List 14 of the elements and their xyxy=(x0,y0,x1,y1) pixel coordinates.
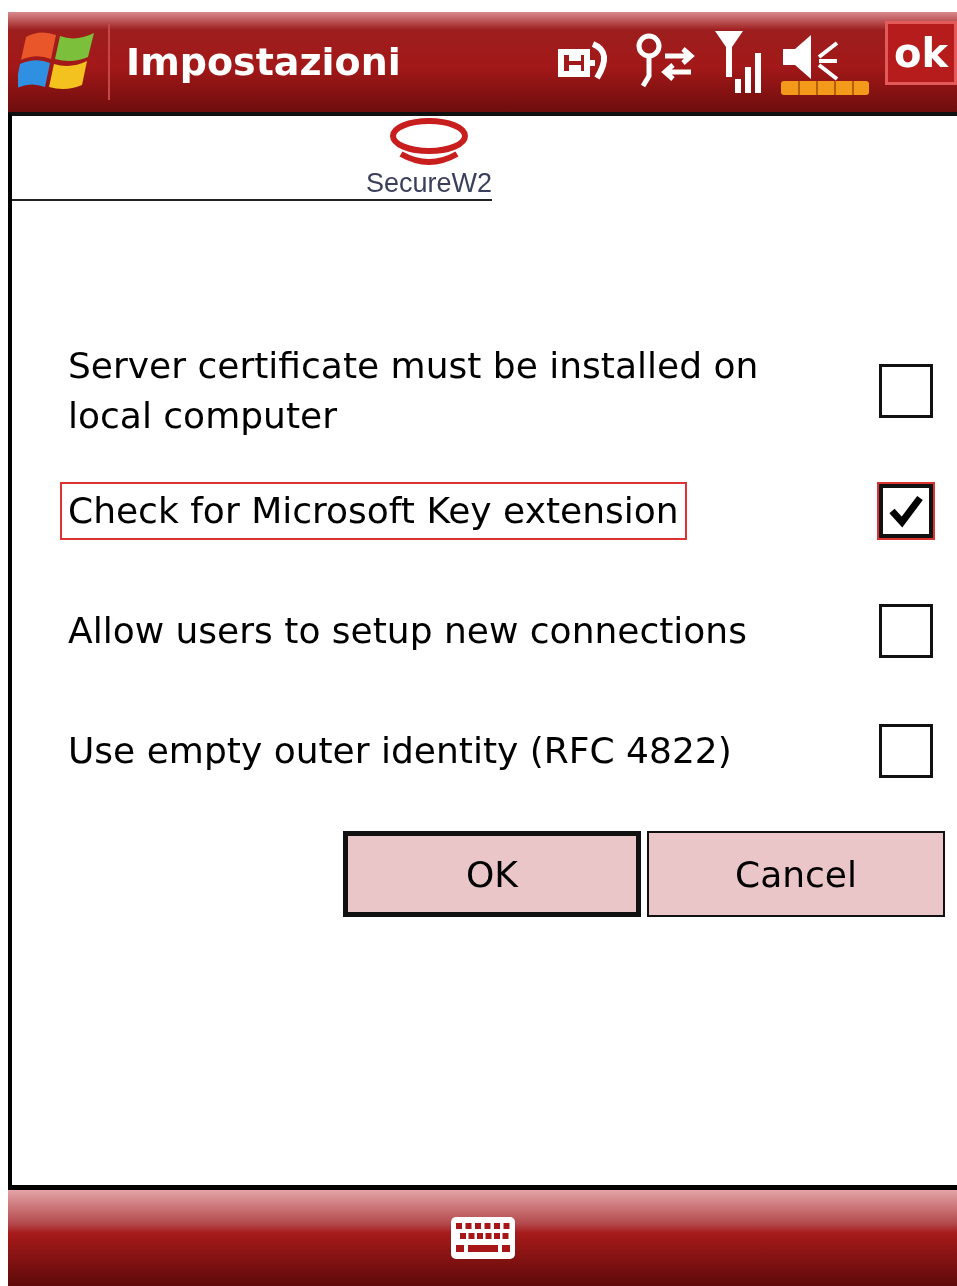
dialog-button[interactable]: Cancel xyxy=(647,831,945,917)
option-label: Use empty outer identity (RFC 4822) xyxy=(67,728,733,773)
option-label: Server certificate must be installed on local computer xyxy=(67,343,760,438)
option-label: Check for Microsoft Key extension xyxy=(60,481,687,541)
dialog-button[interactable]: OK xyxy=(343,831,641,917)
option-label: Allow users to setup new connections xyxy=(67,608,748,653)
logo-text: SecureW2 xyxy=(365,168,492,199)
ok-button[interactable]: ok xyxy=(884,21,957,85)
checkbox[interactable] xyxy=(879,604,933,658)
checkbox[interactable] xyxy=(879,724,933,778)
checkbox[interactable] xyxy=(879,364,933,418)
keyboard-icon[interactable] xyxy=(449,1216,516,1260)
checkbox[interactable] xyxy=(879,484,933,538)
window-title: Impostazioni xyxy=(126,40,401,84)
